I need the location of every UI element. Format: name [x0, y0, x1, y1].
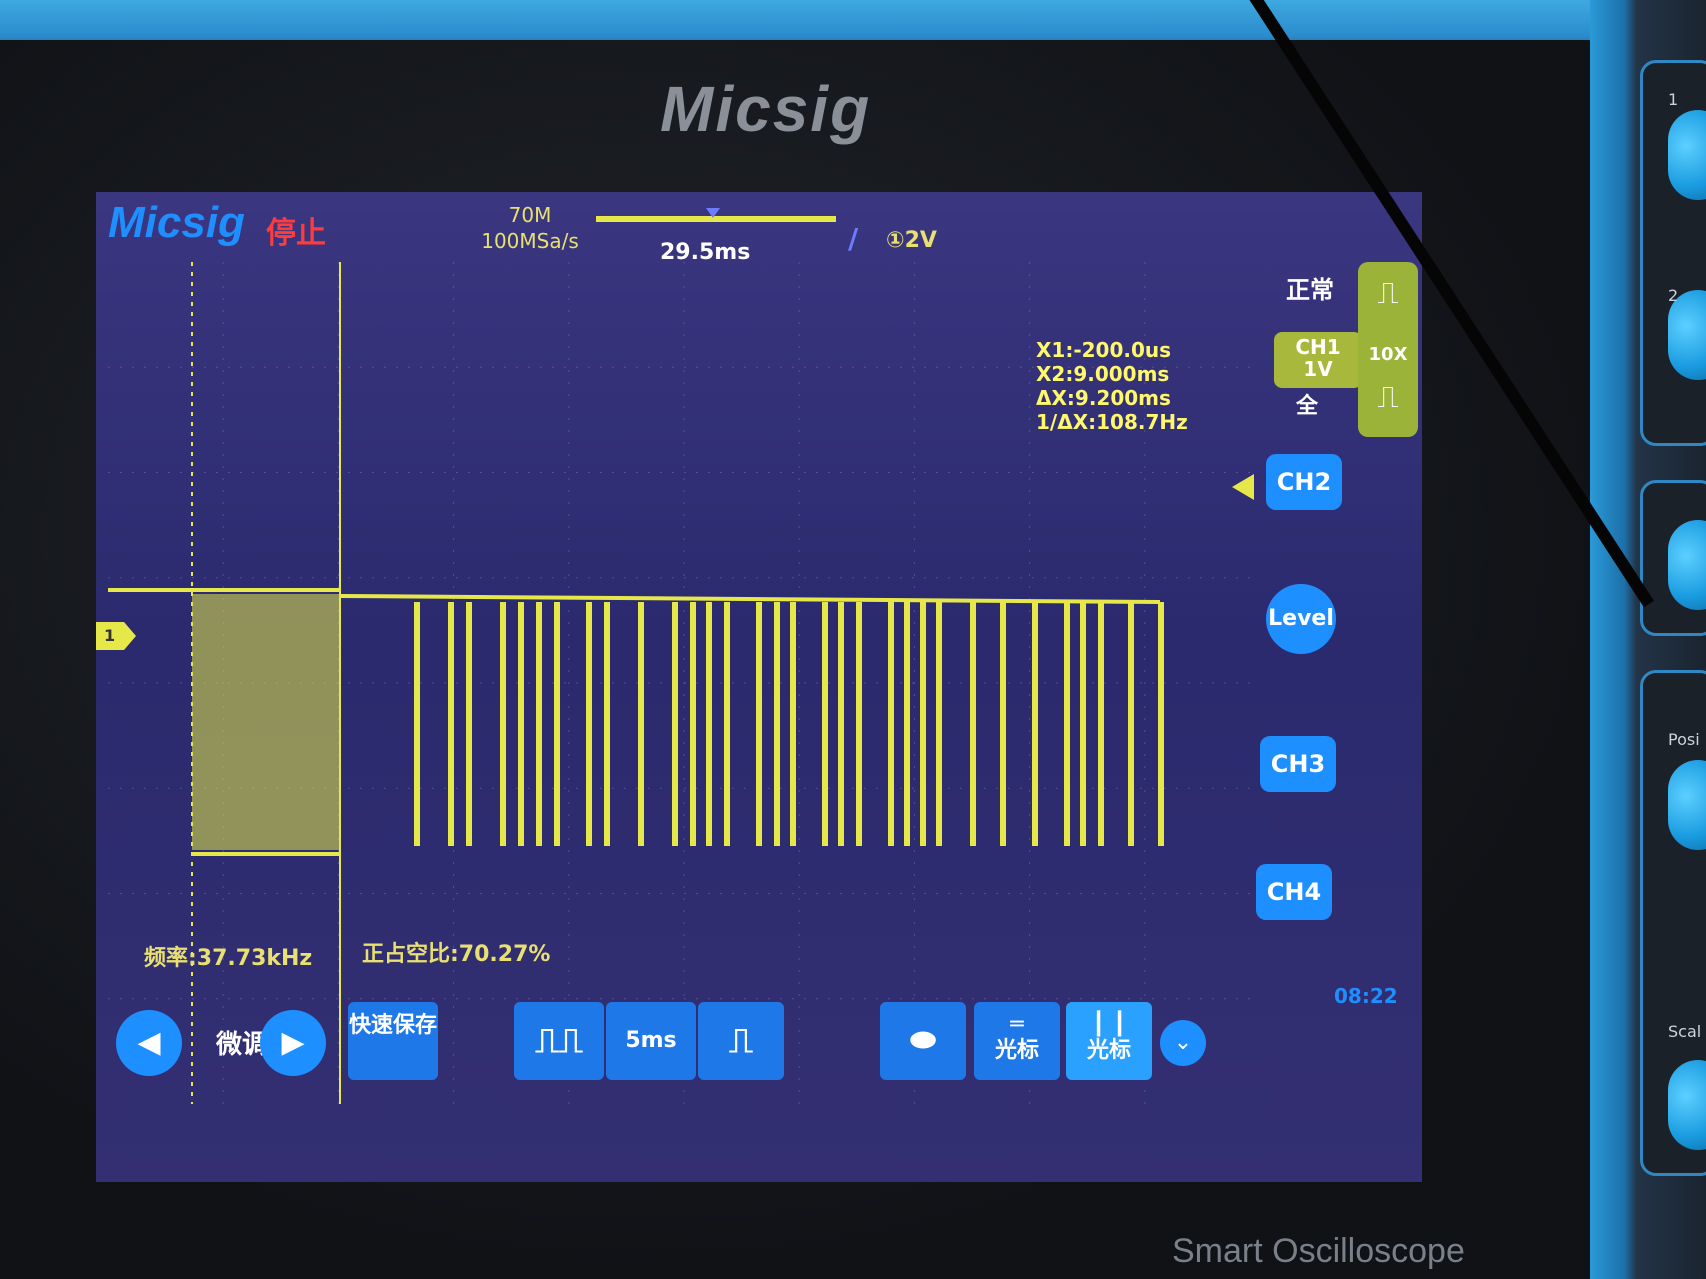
cursor-readout: X1:-200.0us X2:9.000ms ΔX:9.200ms 1/ΔX:1…	[1036, 338, 1188, 434]
pulse-mark	[970, 602, 976, 846]
pulse-mark	[1000, 602, 1006, 846]
ch1-label: CH1	[1295, 335, 1341, 359]
channel-3-knob[interactable]	[1668, 520, 1706, 610]
trigger-level-button[interactable]: Level	[1266, 584, 1336, 654]
probe-ratio[interactable]: 10X	[1358, 344, 1418, 365]
pulse-mark	[1080, 602, 1086, 846]
zoom-out-wave-button[interactable]: ⎍⎍	[514, 1002, 604, 1080]
pulse-mark	[586, 602, 592, 846]
pulse-mark	[920, 602, 926, 846]
cursor-inv-dx: 1/ΔX:108.7Hz	[1036, 410, 1188, 434]
vertical-cursor-icon: ┃ ┃	[1091, 1012, 1127, 1037]
trigger-edge-strip[interactable]: ⎍ 10X ⎍	[1358, 262, 1418, 437]
horizontal-cursor-label: 光标	[994, 1038, 1039, 1063]
ch1-coupling: 全	[1296, 394, 1319, 419]
pulse-mark	[518, 602, 524, 846]
pulse-mark	[500, 602, 506, 846]
pulse-mark	[706, 602, 712, 846]
pulse-mark	[774, 602, 780, 846]
fine-left-button[interactable]: ◀	[116, 1010, 182, 1076]
cursor-dx: ΔX:9.200ms	[1036, 386, 1171, 410]
oscilloscope-screen: Micsig 停止 70M 100MSa/s 29.5ms / ①2V 1 X1…	[96, 192, 1422, 1182]
pulse-mark	[756, 602, 762, 846]
rising-edge-icon[interactable]: ⎍	[1358, 276, 1418, 311]
pulse-mark	[888, 602, 894, 846]
layers-icon[interactable]: ⬬	[880, 1002, 966, 1080]
trigger-edge-icon[interactable]: /	[848, 222, 858, 255]
pulse-mark	[448, 602, 454, 846]
ch1-scale: 1V	[1303, 357, 1333, 381]
device-model-tag: Smart Oscilloscope	[1172, 1232, 1465, 1270]
scale-knob[interactable]	[1668, 1060, 1706, 1150]
duty-cycle-measurement[interactable]: 正占空比:70.27%	[362, 936, 550, 968]
screen-logo: Micsig	[108, 198, 245, 247]
fine-right-button[interactable]: ▶	[260, 1010, 326, 1076]
vertical-cursor-button[interactable]: ┃ ┃ 光标	[1066, 1002, 1152, 1080]
position-knob[interactable]	[1668, 760, 1706, 850]
frequency-measurement[interactable]: 频率:37.73kHz	[144, 940, 312, 972]
top-status-bar: Micsig 停止 70M 100MSa/s 29.5ms / ①2V	[96, 192, 1422, 265]
pulse-mark	[724, 602, 730, 846]
ch3-button[interactable]: CH3	[1260, 736, 1336, 792]
pulse-mark	[466, 602, 472, 846]
pulse-mark	[790, 602, 796, 846]
trigger-mode[interactable]: 正常	[1286, 270, 1334, 305]
pulse-mark	[1098, 602, 1104, 846]
ch2-button[interactable]: CH2	[1266, 454, 1342, 510]
pulse-mark	[904, 602, 910, 846]
memory-bar	[596, 216, 836, 222]
device-brand: Micsig	[660, 73, 872, 145]
pulse-mark	[856, 602, 862, 846]
zoom-in-wave-button[interactable]: ⎍	[698, 1002, 784, 1080]
pulse-mark	[638, 602, 644, 846]
pulse-mark	[1158, 602, 1164, 846]
falling-edge-icon[interactable]: ⎍	[1358, 380, 1418, 415]
pulse-mark	[1032, 602, 1038, 846]
ch4-button[interactable]: CH4	[1256, 864, 1332, 920]
pulse-mark	[554, 602, 560, 846]
chevron-down-icon[interactable]: ⌄	[1160, 1020, 1206, 1066]
knob-label-position: Posi	[1668, 730, 1700, 749]
ch1-scale-badge[interactable]: CH1 1V	[1274, 332, 1362, 388]
timebase-button[interactable]: 5ms	[606, 1002, 696, 1080]
knob-label-1: 1	[1668, 90, 1679, 109]
pulse-mark	[536, 602, 542, 846]
horizontal-cursor-icon: ═	[1010, 1012, 1024, 1037]
pulse-mark	[414, 602, 420, 846]
ch2-arrow-icon	[1232, 474, 1254, 500]
channel-1-knob[interactable]	[1668, 110, 1706, 200]
bottom-toolbar: ◀ 微调 ▶ 快速保存 ⎍⎍ 5ms ⎍ ⬬ ═ 光标 ┃ ┃ 光标 ⌄	[116, 1002, 1406, 1102]
trigger-level-value[interactable]: ①2V	[886, 228, 937, 253]
knob-label-2: 2	[1668, 286, 1679, 305]
pulse-mark	[1064, 602, 1070, 846]
pulse-mark	[838, 602, 844, 846]
cursor-x1: X1:-200.0us	[1036, 338, 1172, 362]
dense-signal-region	[192, 594, 340, 850]
knob-label-scale: Scal	[1668, 1022, 1702, 1041]
pulse-mark	[936, 602, 942, 846]
quick-save-button[interactable]: 快速保存	[348, 1002, 438, 1080]
run-stop-status[interactable]: 停止	[266, 208, 326, 252]
pulse-mark	[672, 602, 678, 846]
pulse-mark	[604, 602, 610, 846]
pulse-mark	[690, 602, 696, 846]
trace-high-level	[339, 594, 1161, 604]
pulse-mark	[1128, 602, 1134, 846]
pulse-mark	[822, 602, 828, 846]
horizontal-cursor-button[interactable]: ═ 光标	[974, 1002, 1060, 1080]
cursor-x2: X2:9.000ms	[1036, 362, 1170, 386]
vertical-cursor-label: 光标	[1086, 1038, 1131, 1063]
